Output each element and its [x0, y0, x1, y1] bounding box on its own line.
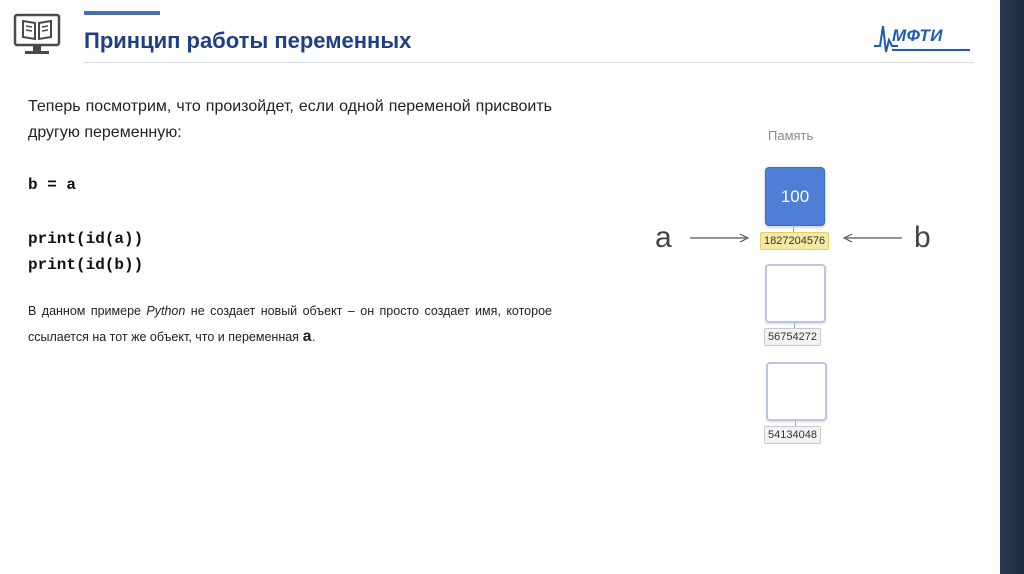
header-accent-bar: [84, 11, 160, 15]
computer-book-icon: [13, 13, 61, 54]
code-assign: b = a: [28, 176, 77, 194]
memory-cell-filled: 100: [765, 167, 825, 226]
memory-title: Память: [768, 128, 814, 143]
code-print-b: print(id(b)): [28, 256, 144, 274]
reference-arrows: [690, 233, 902, 243]
slide-right-edge: [1000, 0, 1024, 574]
explanation-note: В данном примере Python не создает новый…: [28, 304, 552, 346]
logo-text: МФТИ: [892, 26, 943, 45]
memory-address: 54134048: [764, 426, 821, 444]
python-term: Python: [146, 304, 186, 318]
page-title: Принцип работы переменных: [84, 28, 412, 53]
header-divider: [84, 62, 974, 63]
variable-label-a: a: [655, 221, 672, 254]
variable-label-b: b: [914, 221, 931, 254]
arrow-left-icon: [842, 233, 902, 243]
intro-text: Теперь посмотрим, что произойдет, если о…: [28, 98, 552, 141]
arrow-right-icon: [690, 233, 750, 243]
variable-a-ref: a: [302, 328, 313, 346]
memory-cell-empty: [766, 362, 827, 421]
memory-cell-empty: [765, 264, 826, 323]
memory-address: 56754272: [764, 328, 821, 346]
code-print-a: print(id(a)): [28, 230, 144, 248]
